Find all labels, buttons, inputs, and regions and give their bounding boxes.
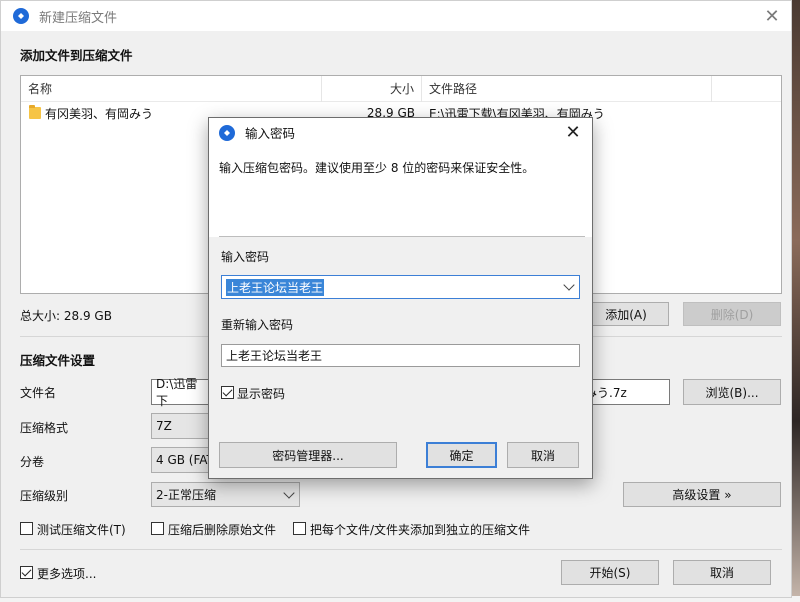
password-input[interactable]: 上老王论坛当老王	[221, 275, 580, 299]
add-files-heading: 添加文件到压缩文件	[20, 48, 133, 63]
filename-label: 文件名	[20, 386, 57, 400]
browse-button[interactable]: 浏览(B)...	[683, 379, 781, 405]
filename-input-tail[interactable]: みう.7z	[581, 379, 670, 405]
dialog-title: 输入密码	[245, 126, 296, 141]
column-size[interactable]: 大小	[322, 75, 422, 102]
start-button[interactable]: 开始(S)	[561, 560, 659, 585]
level-select[interactable]: 2-正常压缩	[151, 482, 300, 507]
level-value: 2-正常压缩	[156, 488, 216, 502]
archive-settings-heading: 压缩文件设置	[20, 353, 96, 368]
main-window-title: 新建压缩文件	[39, 10, 118, 26]
split-label: 分卷	[20, 455, 45, 469]
delete-source-label[interactable]: 压缩后删除原始文件	[168, 521, 276, 538]
split-select[interactable]: 4 GB (FAT	[151, 447, 211, 473]
delete-button[interactable]: 删除(D)	[683, 302, 781, 326]
main-titlebar: 新建压缩文件	[1, 1, 791, 31]
app-logo-icon	[13, 8, 29, 24]
dialog-divider	[219, 236, 585, 237]
show-password-label[interactable]: 显示密码	[237, 385, 285, 402]
dialog-hint-text: 输入压缩包密码。建议使用至少 8 位的密码来保证安全性。	[219, 161, 535, 175]
format-select[interactable]: 7Z	[151, 413, 211, 439]
password-manager-button[interactable]: 密码管理器...	[219, 442, 397, 468]
main-cancel-button[interactable]: 取消	[673, 560, 771, 585]
filename-input[interactable]: D:\迅雷下	[151, 377, 211, 408]
level-label: 压缩级别	[20, 489, 69, 503]
reenter-password-label: 重新输入密码	[221, 318, 294, 332]
dialog-logo-icon	[219, 124, 235, 141]
more-options-checkbox[interactable]	[20, 566, 33, 579]
password-value: 上老王论坛当老王	[226, 278, 325, 296]
separate-archives-label[interactable]: 把每个文件/文件夹添加到独立的压缩文件	[310, 521, 530, 538]
reenter-password-input[interactable]: 上老王论坛当老王	[221, 344, 580, 367]
test-archive-checkbox[interactable]	[20, 522, 33, 535]
dialog-close-icon[interactable]: ✕	[562, 121, 584, 143]
format-label: 压缩格式	[20, 421, 69, 435]
column-path[interactable]: 文件路径	[422, 75, 712, 102]
show-password-checkbox[interactable]	[221, 386, 234, 399]
separate-archives-checkbox[interactable]	[293, 522, 306, 535]
password-label: 输入密码	[221, 250, 270, 264]
total-size-label: 总大小: 28.9 GB	[20, 309, 112, 323]
more-options-label[interactable]: 更多选项...	[37, 565, 96, 582]
ok-button[interactable]: 确定	[426, 442, 497, 468]
dialog-info-area: 输入压缩包密码。建议使用至少 8 位的密码来保证安全性。	[209, 147, 592, 237]
dialog-cancel-button[interactable]: 取消	[507, 442, 579, 468]
chevron-down-icon[interactable]	[563, 279, 575, 291]
folder-icon	[29, 105, 41, 119]
column-name[interactable]: 名称	[21, 75, 322, 102]
file-list-header: 名称 大小 文件路径	[21, 75, 781, 102]
bottom-divider	[20, 549, 782, 550]
password-dialog: 输入密码 ✕ 输入压缩包密码。建议使用至少 8 位的密码来保证安全性。 输入密码…	[208, 117, 593, 479]
file-name: 有冈美羽、有岡みう	[45, 106, 154, 121]
add-button[interactable]: 添加(A)	[583, 302, 669, 326]
dialog-titlebar: 输入密码	[209, 118, 592, 147]
advanced-settings-button[interactable]: 高级设置 »	[623, 482, 781, 507]
chevron-down-icon	[283, 486, 295, 499]
main-close-icon[interactable]: ✕	[759, 3, 785, 29]
delete-source-checkbox[interactable]	[151, 522, 164, 535]
test-archive-label[interactable]: 测试压缩文件(T)	[37, 521, 126, 538]
